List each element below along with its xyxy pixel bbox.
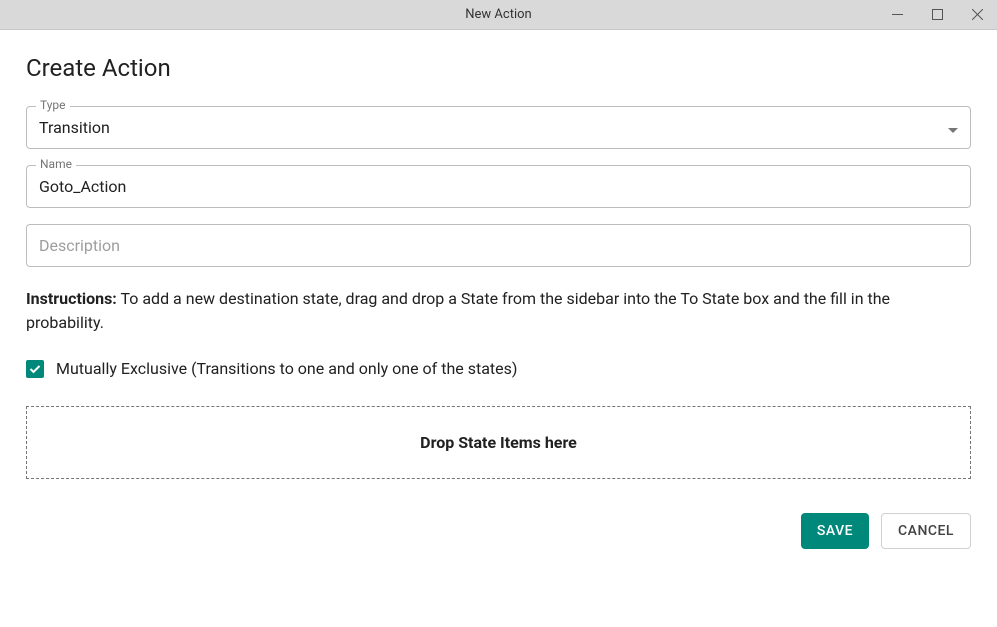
type-label: Type: [36, 98, 70, 112]
type-select[interactable]: Transition: [26, 106, 971, 149]
type-value: Transition: [39, 118, 110, 137]
window-controls: [877, 0, 997, 29]
name-input[interactable]: [26, 165, 971, 208]
mutually-exclusive-checkbox[interactable]: [26, 360, 44, 378]
save-button[interactable]: SAVE: [801, 513, 869, 549]
instructions-label: Instructions:: [26, 289, 117, 308]
cancel-button[interactable]: CANCEL: [881, 513, 971, 549]
type-field-wrapper: Type Transition: [26, 106, 971, 149]
state-dropzone[interactable]: Drop State Items here: [26, 406, 971, 479]
description-input[interactable]: [26, 224, 971, 267]
mutually-exclusive-row: Mutually Exclusive (Transitions to one a…: [26, 359, 971, 378]
titlebar: New Action: [0, 0, 997, 30]
maximize-icon: [932, 9, 943, 20]
maximize-button[interactable]: [917, 0, 957, 30]
window-title: New Action: [465, 7, 531, 22]
close-button[interactable]: [957, 0, 997, 30]
name-field-wrapper: Name: [26, 165, 971, 208]
instructions-body: To add a new destination state, drag and…: [26, 289, 890, 332]
content-area: Create Action Type Transition Name Instr…: [0, 30, 997, 573]
name-label: Name: [36, 157, 76, 171]
description-field-wrapper: [26, 224, 971, 267]
close-icon: [972, 9, 983, 20]
checkmark-icon: [28, 362, 42, 376]
minimize-button[interactable]: [877, 0, 917, 30]
mutually-exclusive-label: Mutually Exclusive (Transitions to one a…: [56, 359, 517, 378]
page-title: Create Action: [26, 54, 971, 82]
chevron-down-icon: [948, 118, 958, 137]
minimize-icon: [892, 9, 903, 20]
instructions-text: Instructions: To add a new destination s…: [26, 287, 971, 335]
button-row: SAVE CANCEL: [26, 513, 971, 549]
dropzone-text: Drop State Items here: [420, 433, 577, 452]
